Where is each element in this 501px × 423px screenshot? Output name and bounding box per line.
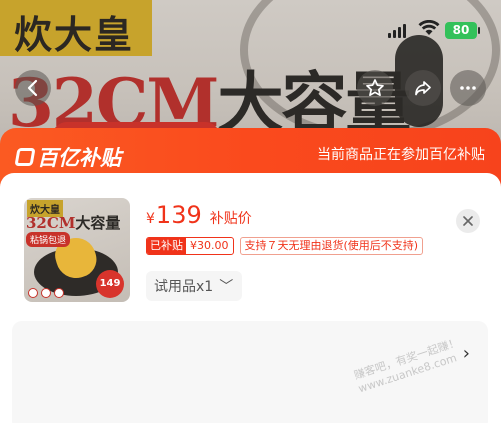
variant-label: 试用品x1 (154, 279, 214, 295)
close-button[interactable] (456, 209, 480, 233)
tag-row: 已补贴 ¥30.00 支持７天无理由退货(使用后不支持) (146, 237, 424, 255)
subsidy-note: 当前商品正在参加百亿补贴 (317, 147, 485, 163)
more-button[interactable] (450, 70, 486, 106)
thumb-tag: 粘锅包退 (26, 232, 71, 247)
subsidy-logo-icon (14, 148, 36, 166)
chevron-left-icon (27, 79, 38, 97)
sku-sheet: 炊大皇 32CM大容量 粘锅包退 149 ¥ 139 补贴价 已补贴 ¥30.0… (0, 173, 501, 423)
subsidy-tag-value: ¥30.00 (190, 239, 229, 252)
share-button[interactable] (405, 70, 441, 106)
star-icon (366, 79, 384, 97)
brand-box: 炊大皇 (0, 0, 152, 57)
share-icon (415, 81, 431, 96)
thumb-headline-capacity: 大容量 (75, 214, 121, 232)
thumb-headline-size: 32CM (26, 214, 76, 232)
variant-selector[interactable]: 试用品x1 ﹀ (146, 271, 242, 301)
close-icon (463, 216, 473, 226)
thumb-price-badge: 149 (96, 270, 124, 298)
subsidy-amount-tag: 已补贴 ¥30.00 (146, 237, 234, 255)
price-line: ¥ 139 补贴价 (146, 201, 252, 229)
subsidy-logo: 百亿补贴 (14, 142, 121, 172)
price-symbol: ¥ (146, 211, 155, 227)
thumb-headline: 32CM大容量 (26, 212, 120, 233)
subsidy-logo-text: 百亿补贴 (37, 146, 121, 170)
favorite-button[interactable] (357, 70, 393, 106)
price-label: 补贴价 (209, 211, 252, 227)
return-policy-tag: 支持７天无理由退货(使用后不支持) (239, 237, 424, 255)
back-button[interactable] (15, 70, 51, 106)
price-value: 139 (155, 201, 202, 229)
more-icon (460, 86, 476, 90)
chevron-down-icon: ﹀ (219, 279, 234, 295)
cellular-signal-icon (388, 24, 406, 38)
battery-icon: 80 (445, 22, 480, 39)
product-thumbnail[interactable]: 炊大皇 32CM大容量 粘锅包退 149 (24, 198, 130, 302)
subsidy-tag-label: 已补贴 (147, 238, 186, 254)
thumb-feature-icons (28, 288, 64, 298)
wifi-icon (418, 20, 440, 35)
